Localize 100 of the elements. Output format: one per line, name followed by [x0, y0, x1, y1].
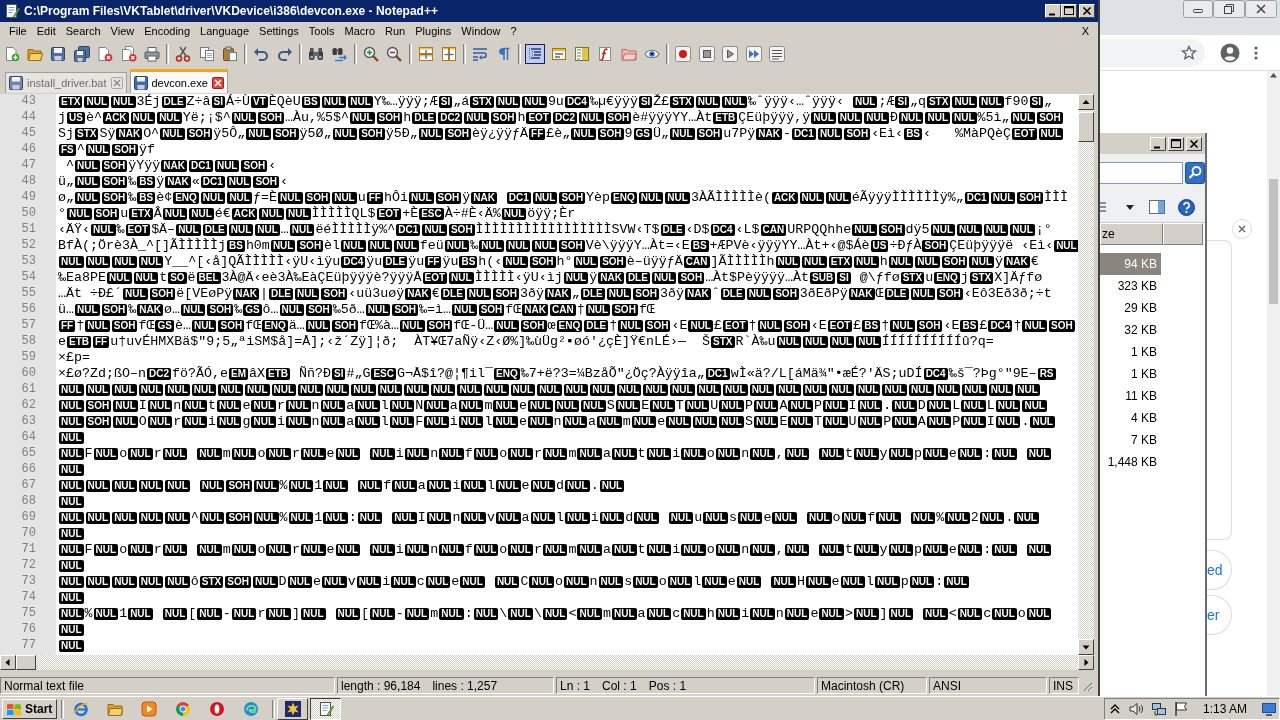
minimize-icon[interactable] — [1045, 4, 1061, 18]
text-editor[interactable] — [56, 94, 1078, 655]
file-size-cell[interactable]: 1 KB — [1100, 363, 1161, 385]
code-line: FF † NUL SOH fŒ GS è… NUL SOH fŒ ENQ ä… NUL SOH fŒ%à… NUL SOH fŒ-Ü… NUL SOH œ ENQ DLE † NUL SOH ‹E NUL £ EOT † NUL SOH ‹E EOT £ BS † NUL SOH ‹E BS £ DC4 † NUL SOH — [58, 318, 1076, 334]
file-size-cell[interactable]: 11 KB — [1100, 385, 1161, 407]
scroll-left-icon[interactable] — [0, 655, 16, 670]
horizontal-scrollbar[interactable] — [0, 655, 1094, 670]
maximize-icon[interactable] — [1168, 136, 1184, 151]
column-header[interactable]: ze — [1100, 223, 1163, 245]
monitor-icon[interactable] — [1262, 701, 1276, 716]
scroll-up-icon[interactable] — [1078, 94, 1094, 110]
close-icon[interactable] — [211, 76, 224, 89]
scroll-thumb[interactable] — [1269, 179, 1278, 304]
scroll-thumb[interactable] — [1078, 112, 1094, 142]
code-line: ‹ÄŸ‹ NUL ‰ EOT $Ä– NUL DLE NUL NUL … NUL ëéÌÌÌÌÌÿ%^ DC1 NUL SOH ÌÌÌÌÌÌÌÌÌÌÌÌÌÌÌÌÌSVW‹T$ DLE ‹D$ DC4 ‹L$ CAN URPQQhhe NUL SOH dÿ5 NUL NUL NUL NUL ¡° — [58, 222, 1052, 238]
menu-item[interactable]: File — [4, 23, 32, 39]
record-icon[interactable] — [673, 44, 694, 64]
code-line: ü… NUL SOH ‰ NAK ø… NUL SOH ‰ GS ô… NUL SOH ‰5ð… NUL SOH ‰=ì… NUL SOH fŒ NAK CAN † NUL SOH fŒ — [58, 302, 655, 318]
menu-item[interactable]: Plugins — [410, 23, 457, 39]
clock[interactable]: 1:13 AM — [1202, 701, 1247, 716]
play-icon[interactable] — [720, 44, 741, 64]
column-header[interactable] — [1163, 223, 1203, 245]
view-list-icon[interactable] — [1100, 201, 1108, 213]
close-icon[interactable] — [1245, 0, 1277, 18]
line-number: 49 — [21, 190, 36, 206]
line-number: 75 — [21, 606, 36, 622]
file-size-cell[interactable]: 7 KB — [1100, 429, 1161, 451]
vertical-scrollbar[interactable] — [1267, 71, 1280, 696]
scroll-right-icon[interactable] — [1078, 655, 1094, 670]
macro-list-icon[interactable] — [766, 44, 787, 64]
tab[interactable]: install_driver.bat — [5, 72, 127, 93]
start-button[interactable]: Start — [2, 698, 58, 719]
file-size-cell[interactable]: 323 KB — [1100, 275, 1161, 297]
insert-mode-text: INS — [1049, 677, 1079, 694]
preview-pane-icon[interactable] — [1149, 199, 1165, 215]
account-icon[interactable] — [1220, 42, 1240, 63]
close-document-button[interactable]: X — [1078, 23, 1092, 39]
network-icon[interactable] — [1150, 700, 1167, 717]
search-field[interactable] — [1100, 162, 1183, 184]
ring-icon[interactable] — [209, 700, 226, 717]
line-number: 63 — [21, 414, 36, 430]
more-menu-icon[interactable] — [1254, 44, 1258, 61]
line-number: 57 — [21, 318, 36, 334]
restore-icon[interactable] — [1213, 0, 1245, 18]
file-size-cell[interactable]: 4 KB — [1100, 407, 1161, 429]
code-line: BfÀ(;Örè3À_^[]ÃÌÌÌÌÌj BS h0m NUL SOH èl NUL NUL NUL feü NUL ‰ NUL NUL NUL SOH Vè\ÿÿÿY…Àt=‹E BS +ÆPVè‹ÿÿÿYY…Àt+‹@$Áè US ÷ÐƒÀ SOH ÇEüþÿÿÿë ‹Eì‹ NUL — [58, 238, 1078, 254]
line-position-text: Ln : 1 — [560, 678, 591, 693]
menu-item[interactable]: Tools — [303, 23, 340, 39]
code-line: ^ NUL SOH ÿYÿÿ NAK DC1 NUL SOH ‹ — [65, 158, 277, 174]
maximize-icon[interactable] — [1061, 4, 1077, 18]
menu-item[interactable]: View — [105, 23, 140, 39]
menu-item[interactable]: Settings — [254, 23, 304, 39]
caret-icon[interactable] — [1126, 204, 1134, 210]
code-line: …Ät ÷Ð£´ NUL SOH ë[VEøPÿ NAK | DLE NUL SOH ‹uü3uøÿ NAK € DLE NUL SOH 3ðÿ NAK „ DLE NUL SOH 3ðÿ NAK ˆ DLE NUL SOH 3ðEðPÿ NAK Œ DLE NUL SOH ‹Eô3Eð3ð;÷t — [58, 286, 1052, 302]
help-icon[interactable] — [1178, 198, 1195, 216]
stop-icon[interactable] — [696, 44, 717, 64]
chevron-up-icon[interactable] — [1108, 702, 1121, 715]
file-size-cell[interactable]: 1,448 KB — [1100, 451, 1161, 473]
minimize-icon[interactable] — [1183, 0, 1213, 18]
menu-item[interactable]: Language — [195, 23, 255, 39]
line-number: 77 — [21, 638, 36, 654]
close-icon[interactable] — [1079, 4, 1095, 18]
scroll-up-icon[interactable] — [1269, 71, 1278, 79]
code-line: NUL NUL NUL NUL NUL ^ NUL SOH NUL % NUL 1 NUL : NUL NUL I NUL n NUL v NUL a NUL l NUL i NUL d NUL NUL u NUL s NUL e NUL NUL o NUL f NUL NUL % NUL 2 NUL . NUL — [58, 510, 1040, 526]
code-line: NUL SOH NUL I NUL n NUL t NUL e NUL r NUL n NUL a NUL l NUL N NUL a NUL m NUL e NUL NUL NUL S NUL E NUL T NUL U NUL P NUL A NUL P NUL I NUL . NUL D NUL L NUL L NUL NUL — [58, 398, 1048, 414]
scroll-thumb[interactable] — [16, 655, 36, 670]
file-size-cell[interactable]: 94 KB — [1100, 253, 1161, 275]
menu-item[interactable]: Window — [456, 23, 506, 39]
file-size-cell[interactable]: 29 KB — [1100, 297, 1161, 319]
menu-item[interactable]: Encoding — [139, 23, 196, 39]
speaker-icon[interactable] — [1127, 700, 1144, 717]
line-number: 69 — [21, 510, 36, 526]
minimize-icon[interactable] — [1150, 136, 1166, 151]
menu-item[interactable]: ? — [505, 23, 522, 39]
close-icon[interactable] — [1186, 136, 1202, 151]
star-icon[interactable] — [1181, 44, 1197, 61]
file-size-cell[interactable]: 32 KB — [1100, 319, 1161, 341]
menu-item[interactable]: Edit — [31, 23, 61, 39]
address-field[interactable] — [1100, 38, 1205, 67]
taskbar-button[interactable] — [310, 697, 342, 720]
indent-guide-icon[interactable] — [525, 44, 546, 64]
media-player-icon[interactable] — [141, 700, 158, 717]
printer-icon[interactable] — [141, 44, 162, 64]
fast-forward-icon[interactable] — [743, 44, 764, 64]
scroll-down-icon[interactable] — [1078, 639, 1094, 655]
line-number: 48 — [21, 174, 36, 190]
menu-item[interactable]: Search — [60, 23, 106, 39]
globe-browser-icon[interactable] — [73, 700, 90, 717]
browser-circle-icon[interactable] — [175, 700, 192, 717]
tab[interactable]: devcon.exe — [129, 69, 228, 93]
line-ending-text: Macintosh (CR) — [817, 677, 927, 694]
file-size-cell[interactable]: 1 KB — [1100, 341, 1161, 363]
search-icon[interactable] — [1185, 162, 1205, 184]
vertical-scrollbar[interactable] — [1078, 94, 1094, 655]
code-line: NUL NUL NUL NUL NUL NUL NUL NUL NUL NUL NUL NUL NUL NUL NUL NUL NUL NUL NUL NUL NUL NUL NUL NUL NUL NUL NUL NUL NUL NUL NUL NUL NUL NUL NUL NUL NUL — [58, 383, 1041, 398]
floppy-disks-icon[interactable] — [71, 44, 92, 64]
menu-item[interactable]: Macro — [339, 23, 381, 39]
line-count-text: lines : 1,257 — [432, 678, 498, 693]
flag-icon[interactable] — [1173, 700, 1188, 717]
menu-item[interactable]: Run — [380, 23, 411, 39]
